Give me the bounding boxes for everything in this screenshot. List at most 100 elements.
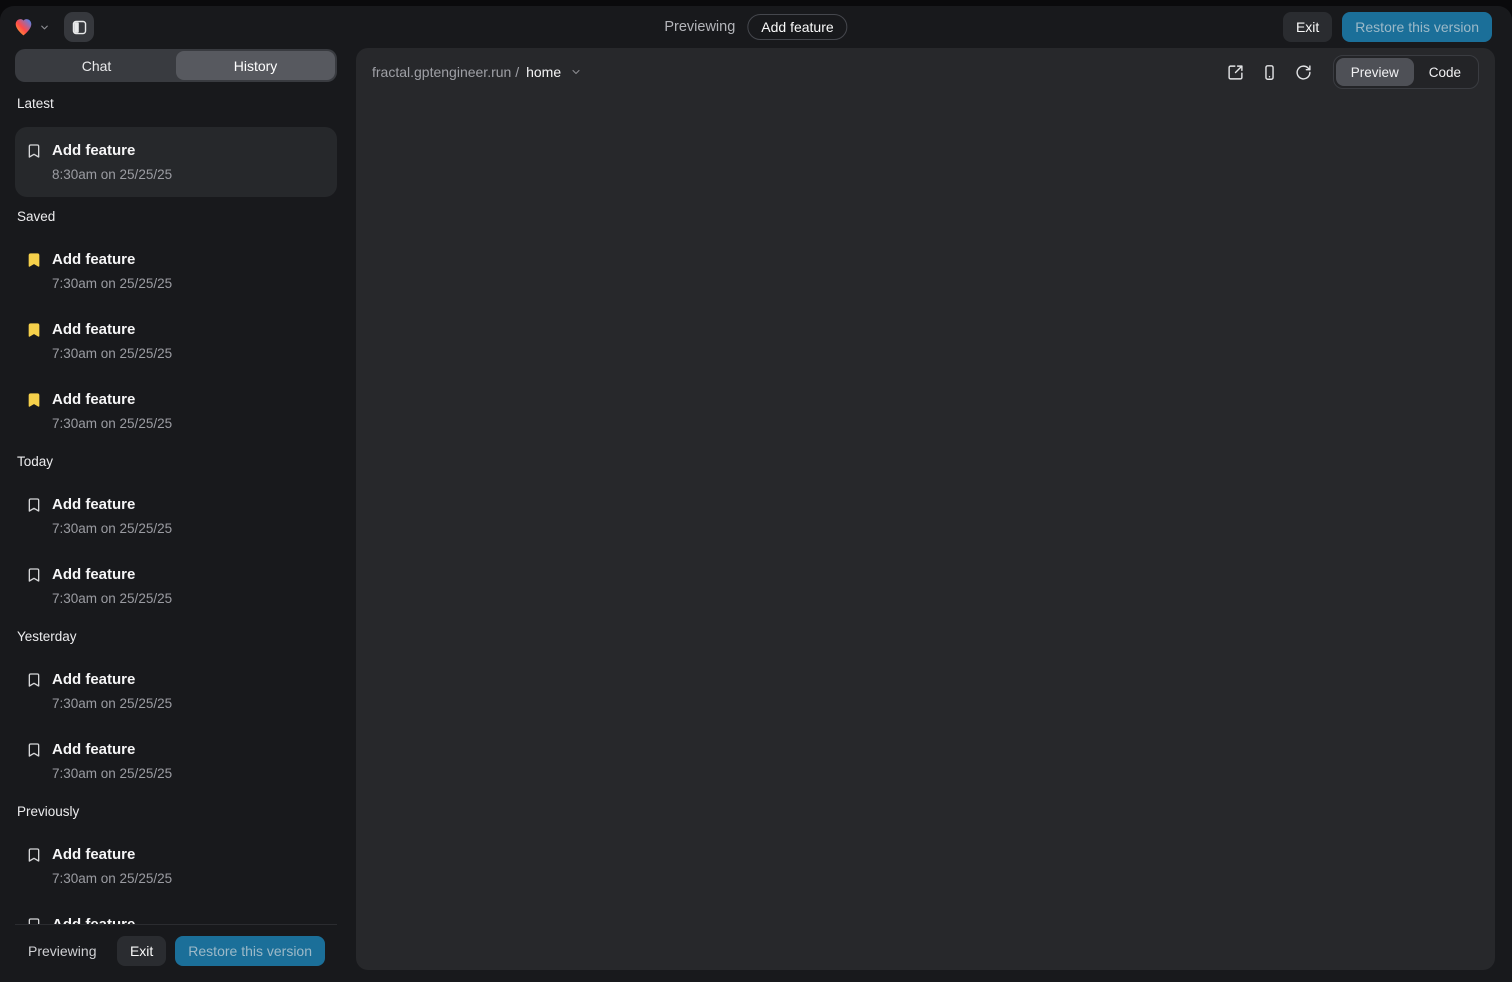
footer-previewing-label: Previewing (28, 943, 96, 959)
version-timestamp: 7:30am on 25/25/25 (52, 589, 172, 608)
bookmark-icon (26, 392, 42, 408)
section-title: Saved (17, 209, 337, 224)
section-items: Add feature 7:30am on 25/25/25 Add featu… (15, 485, 337, 617)
section-items: Add feature 7:30am on 25/25/25 Add featu… (15, 835, 337, 924)
version-text: Add feature 7:30am on 25/25/25 (52, 319, 172, 363)
version-timestamp: 7:30am on 25/25/25 (52, 344, 172, 363)
history-sidebar: Chat History Latest Add feature 8:30am o… (15, 48, 337, 982)
footer-exit-button[interactable]: Exit (117, 936, 166, 966)
previewing-label: Previewing (664, 19, 735, 35)
version-title: Add feature (52, 249, 172, 270)
version-text: Add feature 7:30am on 25/25/25 (52, 249, 172, 293)
preview-panel-header: fractal.gptengineer.run / home (356, 48, 1495, 96)
open-external-button[interactable] (1223, 59, 1249, 85)
panel-left-icon (71, 19, 88, 36)
version-item[interactable]: Add feature 7:30am on 25/25/25 (15, 240, 337, 302)
external-link-icon (1227, 64, 1244, 81)
history-section: Yesterday Add feature 7:30am on 25/25/25… (15, 629, 337, 792)
version-item[interactable]: Add feature 7:30am on 25/25/25 (15, 835, 337, 897)
version-title: Add feature (52, 739, 172, 760)
bookmark-icon (26, 322, 42, 338)
section-items: Add feature 7:30am on 25/25/25 Add featu… (15, 240, 337, 442)
version-title: Add feature (52, 494, 172, 515)
section-title: Today (17, 454, 337, 469)
version-item[interactable]: Add feature 7:30am on 25/25/25 (15, 380, 337, 442)
topbar-center: Previewing Add feature (664, 14, 847, 40)
footer-actions: Exit Restore this version (117, 936, 325, 966)
toggle-code[interactable]: Code (1414, 58, 1476, 86)
url-bar[interactable]: fractal.gptengineer.run / home (372, 64, 582, 80)
lovable-heart-icon (12, 16, 35, 38)
version-text: Add feature 7:30am on 25/25/25 (52, 389, 172, 433)
history-section: Saved Add feature 7:30am on 25/25/25 Add… (15, 209, 337, 442)
version-timestamp: 7:30am on 25/25/25 (52, 764, 172, 783)
logo-menu-button[interactable] (12, 16, 50, 38)
version-badge[interactable]: Add feature (747, 14, 847, 40)
version-item[interactable]: Add feature 7:30am on 25/25/25 (15, 905, 337, 924)
toggle-preview[interactable]: Preview (1336, 58, 1414, 86)
url-domain: fractal.gptengineer.run / (372, 64, 519, 80)
version-text: Add feature 7:30am on 25/25/25 (52, 564, 172, 608)
history-list: Latest Add feature 8:30am on 25/25/25 Sa… (15, 82, 337, 924)
mobile-view-button[interactable] (1257, 59, 1283, 85)
bookmark-icon (26, 742, 42, 758)
version-title: Add feature (52, 140, 172, 161)
app-window: Previewing Add feature Exit Restore this… (0, 6, 1512, 982)
version-title: Add feature (52, 564, 172, 585)
version-item[interactable]: Add feature 7:30am on 25/25/25 (15, 730, 337, 792)
version-title: Add feature (52, 914, 172, 924)
version-item[interactable]: Add feature 7:30am on 25/25/25 (15, 310, 337, 372)
version-item[interactable]: Add feature 8:30am on 25/25/25 (15, 127, 337, 197)
bookmark-icon (26, 252, 42, 268)
version-title: Add feature (52, 319, 172, 340)
bookmark-icon (26, 497, 42, 513)
section-items: Add feature 7:30am on 25/25/25 Add featu… (15, 660, 337, 792)
version-text: Add feature 7:30am on 25/25/25 (52, 844, 172, 888)
bookmark-icon (26, 672, 42, 688)
version-timestamp: 7:30am on 25/25/25 (52, 519, 172, 538)
topbar-left (12, 12, 94, 42)
restore-version-button[interactable]: Restore this version (1342, 12, 1492, 42)
section-items: Add feature 8:30am on 25/25/25 (15, 127, 337, 197)
smartphone-icon (1261, 64, 1278, 81)
panel-actions: Preview Code (1223, 55, 1479, 89)
section-title: Previously (17, 804, 337, 819)
tab-chat[interactable]: Chat (17, 51, 176, 80)
version-text: Add feature 7:30am on 25/25/25 (52, 914, 172, 924)
version-timestamp: 7:30am on 25/25/25 (52, 869, 172, 888)
sidebar-footer: Previewing Exit Restore this version (15, 924, 337, 982)
version-timestamp: 8:30am on 25/25/25 (52, 165, 172, 184)
bookmark-icon (26, 847, 42, 863)
url-page: home (526, 64, 561, 80)
topbar-right: Exit Restore this version (1283, 12, 1492, 42)
sidebar-tabs: Chat History (15, 49, 337, 82)
preview-code-toggle: Preview Code (1333, 55, 1479, 89)
bookmark-icon (26, 143, 42, 159)
section-title: Yesterday (17, 629, 337, 644)
history-section: Latest Add feature 8:30am on 25/25/25 (15, 96, 337, 197)
version-text: Add feature 7:30am on 25/25/25 (52, 494, 172, 538)
version-text: Add feature 7:30am on 25/25/25 (52, 739, 172, 783)
exit-button[interactable]: Exit (1283, 12, 1332, 42)
version-text: Add feature 8:30am on 25/25/25 (52, 140, 172, 184)
content-area: Chat History Latest Add feature 8:30am o… (0, 48, 1512, 982)
tab-history[interactable]: History (176, 51, 335, 80)
version-title: Add feature (52, 389, 172, 410)
version-text: Add feature 7:30am on 25/25/25 (52, 669, 172, 713)
version-item[interactable]: Add feature 7:30am on 25/25/25 (15, 660, 337, 722)
preview-panel: fractal.gptengineer.run / home (356, 48, 1495, 970)
version-timestamp: 7:30am on 25/25/25 (52, 274, 172, 293)
section-title: Latest (17, 96, 337, 111)
refresh-icon (1295, 64, 1312, 81)
bookmark-icon (26, 567, 42, 583)
sidebar-toggle-button[interactable] (64, 12, 94, 42)
chevron-down-icon (570, 66, 582, 78)
version-timestamp: 7:30am on 25/25/25 (52, 414, 172, 433)
footer-restore-version-button[interactable]: Restore this version (175, 936, 325, 966)
version-item[interactable]: Add feature 7:30am on 25/25/25 (15, 555, 337, 617)
refresh-button[interactable] (1291, 59, 1317, 85)
version-item[interactable]: Add feature 7:30am on 25/25/25 (15, 485, 337, 547)
chevron-down-icon (39, 22, 50, 33)
version-title: Add feature (52, 844, 172, 865)
version-title: Add feature (52, 669, 172, 690)
